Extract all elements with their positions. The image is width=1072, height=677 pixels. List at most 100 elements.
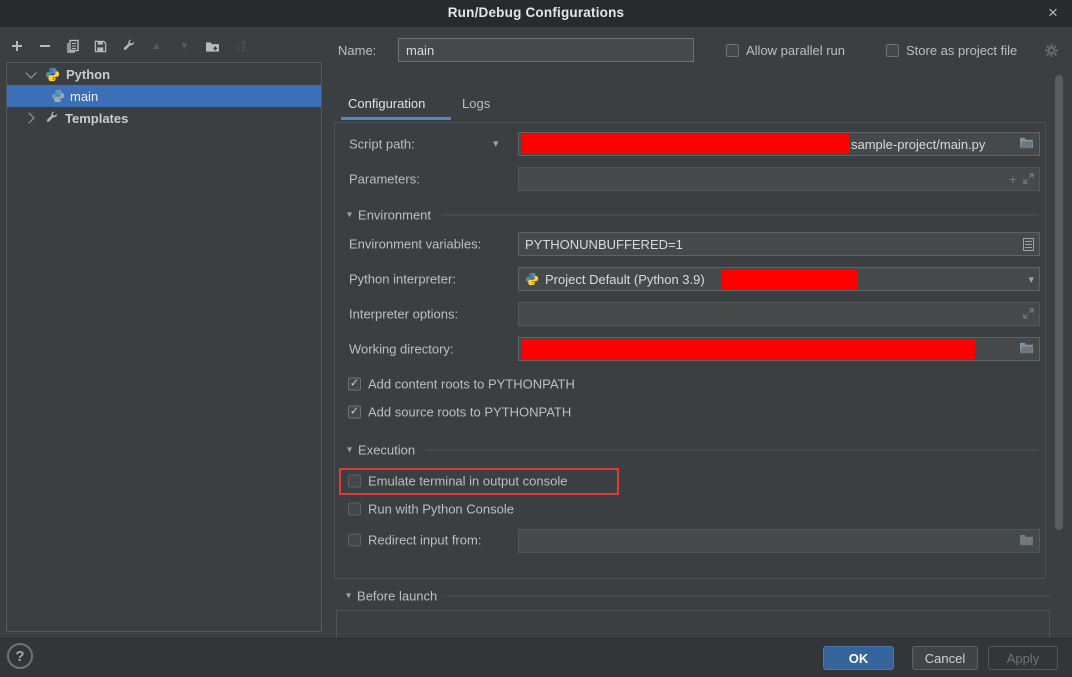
folder-icon[interactable]: [1019, 342, 1034, 357]
folder-icon[interactable]: [1019, 534, 1034, 549]
tab-logs[interactable]: Logs: [462, 96, 490, 118]
store-as-project-file-checkbox[interactable]: Store as project file: [886, 43, 1017, 58]
ok-button[interactable]: OK: [823, 646, 894, 670]
execution-section-label: Execution: [358, 443, 415, 458]
section-collapse-icon: ▾: [346, 591, 351, 602]
environment-variables-field[interactable]: PYTHONUNBUFFERED=1: [518, 232, 1040, 256]
environment-variables-label: Environment variables:: [349, 237, 481, 252]
folder-plus-icon: [205, 40, 220, 53]
edit-list-icon[interactable]: [1023, 238, 1034, 251]
apply-button[interactable]: Apply: [988, 646, 1058, 670]
script-path-dropdown-icon[interactable]: ▾: [493, 137, 499, 150]
working-directory-field[interactable]: [518, 337, 1040, 361]
chevron-right-icon: [23, 112, 34, 123]
expand-icon[interactable]: [1023, 307, 1034, 322]
tree-item-python[interactable]: Python: [7, 63, 321, 85]
tree-item-label: Templates: [65, 111, 128, 126]
script-path-field[interactable]: sample-project/main.py: [518, 132, 1040, 156]
checkbox-icon: [348, 534, 361, 547]
copy-configuration-button[interactable]: [64, 38, 81, 55]
allow-parallel-run-label: Allow parallel run: [746, 43, 845, 58]
tab-configuration[interactable]: Configuration: [348, 96, 425, 118]
new-folder-button[interactable]: [204, 38, 221, 55]
save-icon: [94, 40, 107, 53]
help-button[interactable]: ?: [7, 643, 33, 669]
dropdown-icon[interactable]: ▾: [1028, 273, 1034, 286]
plus-icon: [11, 40, 23, 52]
add-content-roots-checkbox[interactable]: ✓ Add content roots to PYTHONPATH: [348, 377, 575, 392]
folder-icon[interactable]: [1019, 137, 1034, 152]
redaction-bar: [721, 270, 857, 290]
redirect-input-checkbox[interactable]: Redirect input from:: [348, 533, 481, 548]
expand-icon[interactable]: [1023, 172, 1034, 187]
add-content-roots-label: Add content roots to PYTHONPATH: [368, 377, 575, 392]
checkbox-icon: [348, 503, 361, 516]
run-debug-configurations-dialog: Run/Debug Configurations × ▲ ▼ ↓ az: [0, 0, 1072, 677]
python-logo-icon: [525, 272, 540, 287]
sort-z-glyph: z: [241, 46, 245, 52]
dialog-footer: ? OK Cancel Apply: [0, 638, 1072, 677]
move-up-button[interactable]: ▲: [148, 38, 165, 55]
redaction-bar: [521, 339, 975, 359]
environment-section-header[interactable]: ▾ Environment: [347, 208, 1039, 223]
interpreter-options-label: Interpreter options:: [349, 307, 458, 322]
checkbox-icon: [348, 475, 361, 488]
edit-templates-button[interactable]: [120, 38, 137, 55]
section-collapse-icon: ▾: [347, 210, 352, 221]
save-configuration-button[interactable]: [92, 38, 109, 55]
plus-icon[interactable]: +: [1009, 171, 1017, 187]
close-icon[interactable]: ×: [1042, 2, 1064, 24]
python-logo-icon: [45, 67, 60, 82]
environment-variables-value: PYTHONUNBUFFERED=1: [525, 237, 683, 252]
add-source-roots-checkbox[interactable]: ✓ Add source roots to PYTHONPATH: [348, 405, 571, 420]
vertical-scrollbar[interactable]: [1055, 75, 1063, 530]
gear-icon[interactable]: [1044, 43, 1059, 58]
python-interpreter-label: Python interpreter:: [349, 272, 456, 287]
active-tab-underline: [341, 117, 451, 120]
wrench-icon: [45, 111, 59, 125]
add-configuration-button[interactable]: [8, 38, 25, 55]
section-divider: [447, 596, 1050, 597]
execution-section-header[interactable]: ▾ Execution: [347, 443, 1039, 458]
parameters-label: Parameters:: [349, 172, 420, 187]
run-with-python-console-checkbox[interactable]: Run with Python Console: [348, 502, 514, 517]
remove-configuration-button[interactable]: [36, 38, 53, 55]
tree-item-templates[interactable]: Templates: [7, 107, 321, 129]
redirect-input-field[interactable]: [518, 529, 1040, 553]
script-path-value: sample-project/main.py: [851, 137, 985, 152]
emulate-terminal-checkbox[interactable]: Emulate terminal in output console: [348, 474, 567, 489]
triangle-down-icon: ▼: [180, 41, 190, 52]
checkbox-checked-icon: ✓: [348, 378, 361, 391]
move-down-button[interactable]: ▼: [176, 38, 193, 55]
tree-item-main[interactable]: main: [7, 85, 321, 107]
sort-configurations-button[interactable]: ↓ az: [232, 38, 249, 55]
dialog-titlebar: Run/Debug Configurations ×: [0, 0, 1072, 27]
python-interpreter-select[interactable]: Project Default (Python 3.9) ▾: [518, 267, 1040, 291]
name-label: Name:: [338, 43, 376, 58]
tree-item-label: main: [70, 89, 98, 104]
name-input[interactable]: [398, 38, 694, 62]
before-launch-section-label: Before launch: [357, 589, 437, 604]
wrench-icon: [122, 39, 136, 53]
chevron-down-icon: [25, 67, 36, 78]
python-logo-icon: [51, 89, 66, 104]
interpreter-options-field[interactable]: [518, 302, 1040, 326]
configurations-tree: Python main Templates: [6, 62, 322, 632]
triangle-up-icon: ▲: [152, 41, 162, 52]
cancel-button[interactable]: Cancel: [912, 646, 978, 670]
redirect-input-label: Redirect input from:: [368, 533, 481, 548]
environment-section-label: Environment: [358, 208, 431, 223]
before-launch-section-header[interactable]: ▾ Before launch: [346, 589, 1050, 604]
python-interpreter-value: Project Default (Python 3.9): [545, 272, 705, 287]
emulate-terminal-label: Emulate terminal in output console: [368, 474, 567, 489]
allow-parallel-run-checkbox[interactable]: Allow parallel run: [726, 43, 845, 58]
tree-item-label: Python: [66, 67, 110, 82]
minus-icon: [39, 40, 51, 52]
store-as-project-file-label: Store as project file: [906, 43, 1017, 58]
parameters-field[interactable]: +: [518, 167, 1040, 191]
before-launch-task-list[interactable]: [336, 610, 1050, 638]
section-divider: [441, 215, 1039, 216]
checkbox-icon: [726, 44, 739, 57]
section-divider: [425, 450, 1039, 451]
checkbox-icon: [886, 44, 899, 57]
